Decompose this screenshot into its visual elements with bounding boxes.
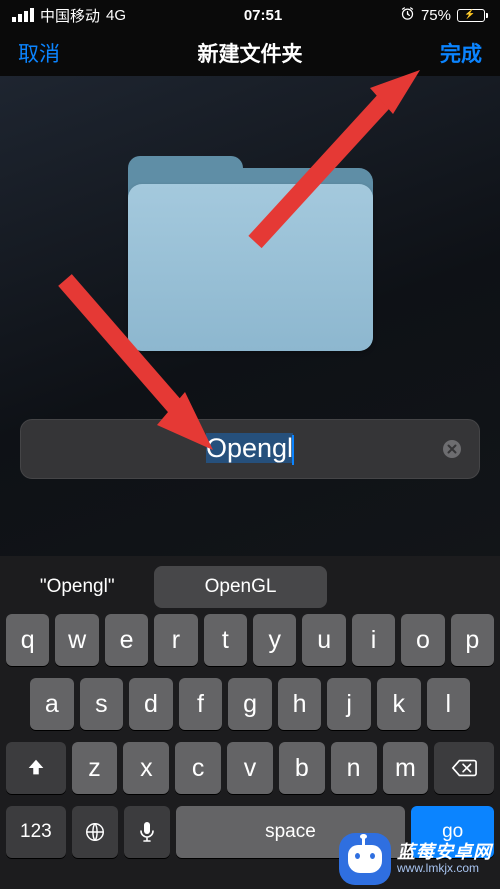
status-bar: 中国移动 4G 07:51 75% ⚡ bbox=[0, 0, 500, 30]
key-g[interactable]: g bbox=[228, 678, 272, 730]
key-row-3: z x c v b n m bbox=[0, 742, 500, 794]
key-mic[interactable] bbox=[124, 806, 170, 858]
suggestion-empty bbox=[337, 566, 490, 608]
folder-name-field[interactable]: Opengl bbox=[20, 419, 480, 479]
key-h[interactable]: h bbox=[278, 678, 322, 730]
key-y[interactable]: y bbox=[253, 614, 296, 666]
key-c[interactable]: c bbox=[175, 742, 221, 794]
battery-icon: ⚡ bbox=[457, 9, 488, 22]
key-row-2: a s d f g h j k l bbox=[0, 678, 500, 730]
key-u[interactable]: u bbox=[302, 614, 345, 666]
key-f[interactable]: f bbox=[179, 678, 223, 730]
key-n[interactable]: n bbox=[331, 742, 377, 794]
content-area: Opengl bbox=[0, 76, 500, 556]
battery-pct: 75% bbox=[421, 7, 451, 24]
network-label: 4G bbox=[106, 7, 126, 24]
key-t[interactable]: t bbox=[204, 614, 247, 666]
alarm-icon bbox=[400, 6, 415, 25]
status-right: 75% ⚡ bbox=[400, 6, 488, 25]
key-e[interactable]: e bbox=[105, 614, 148, 666]
key-x[interactable]: x bbox=[123, 742, 169, 794]
key-a[interactable]: a bbox=[30, 678, 74, 730]
folder-name-input[interactable]: Opengl bbox=[206, 433, 294, 465]
key-i[interactable]: i bbox=[352, 614, 395, 666]
clock: 07:51 bbox=[244, 7, 282, 24]
key-v[interactable]: v bbox=[227, 742, 273, 794]
status-left: 中国移动 4G bbox=[12, 5, 126, 26]
folder-icon bbox=[128, 156, 373, 351]
watermark-title: 蓝莓安卓网 bbox=[397, 843, 492, 863]
signal-icon bbox=[12, 8, 34, 22]
key-b[interactable]: b bbox=[279, 742, 325, 794]
watermark-url: www.lmkjx.com bbox=[397, 862, 479, 875]
key-shift[interactable] bbox=[6, 742, 66, 794]
key-z[interactable]: z bbox=[72, 742, 118, 794]
key-row-1: q w e r t y u i o p bbox=[0, 614, 500, 666]
key-d[interactable]: d bbox=[129, 678, 173, 730]
key-l[interactable]: l bbox=[427, 678, 471, 730]
key-k[interactable]: k bbox=[377, 678, 421, 730]
done-button[interactable]: 完成 bbox=[440, 38, 482, 68]
key-j[interactable]: j bbox=[327, 678, 371, 730]
key-p[interactable]: p bbox=[451, 614, 494, 666]
carrier-label: 中国移动 bbox=[40, 5, 100, 26]
suggestion-bar: "Opengl" OpenGL bbox=[0, 556, 500, 614]
key-globe[interactable] bbox=[72, 806, 118, 858]
watermark: 蓝莓安卓网 www.lmkjx.com bbox=[339, 833, 492, 885]
clear-icon[interactable] bbox=[441, 438, 463, 460]
suggestion-quoted[interactable]: "Opengl" bbox=[10, 566, 144, 608]
nav-bar: 取消 新建文件夹 完成 bbox=[0, 30, 500, 76]
key-o[interactable]: o bbox=[401, 614, 444, 666]
key-delete[interactable] bbox=[434, 742, 494, 794]
key-r[interactable]: r bbox=[154, 614, 197, 666]
page-title: 新建文件夹 bbox=[198, 38, 303, 68]
cancel-button[interactable]: 取消 bbox=[18, 38, 60, 68]
watermark-icon bbox=[339, 833, 391, 885]
key-123[interactable]: 123 bbox=[6, 806, 66, 858]
key-s[interactable]: s bbox=[80, 678, 124, 730]
key-m[interactable]: m bbox=[383, 742, 429, 794]
key-q[interactable]: q bbox=[6, 614, 49, 666]
key-w[interactable]: w bbox=[55, 614, 98, 666]
suggestion-1[interactable]: OpenGL bbox=[154, 566, 326, 608]
